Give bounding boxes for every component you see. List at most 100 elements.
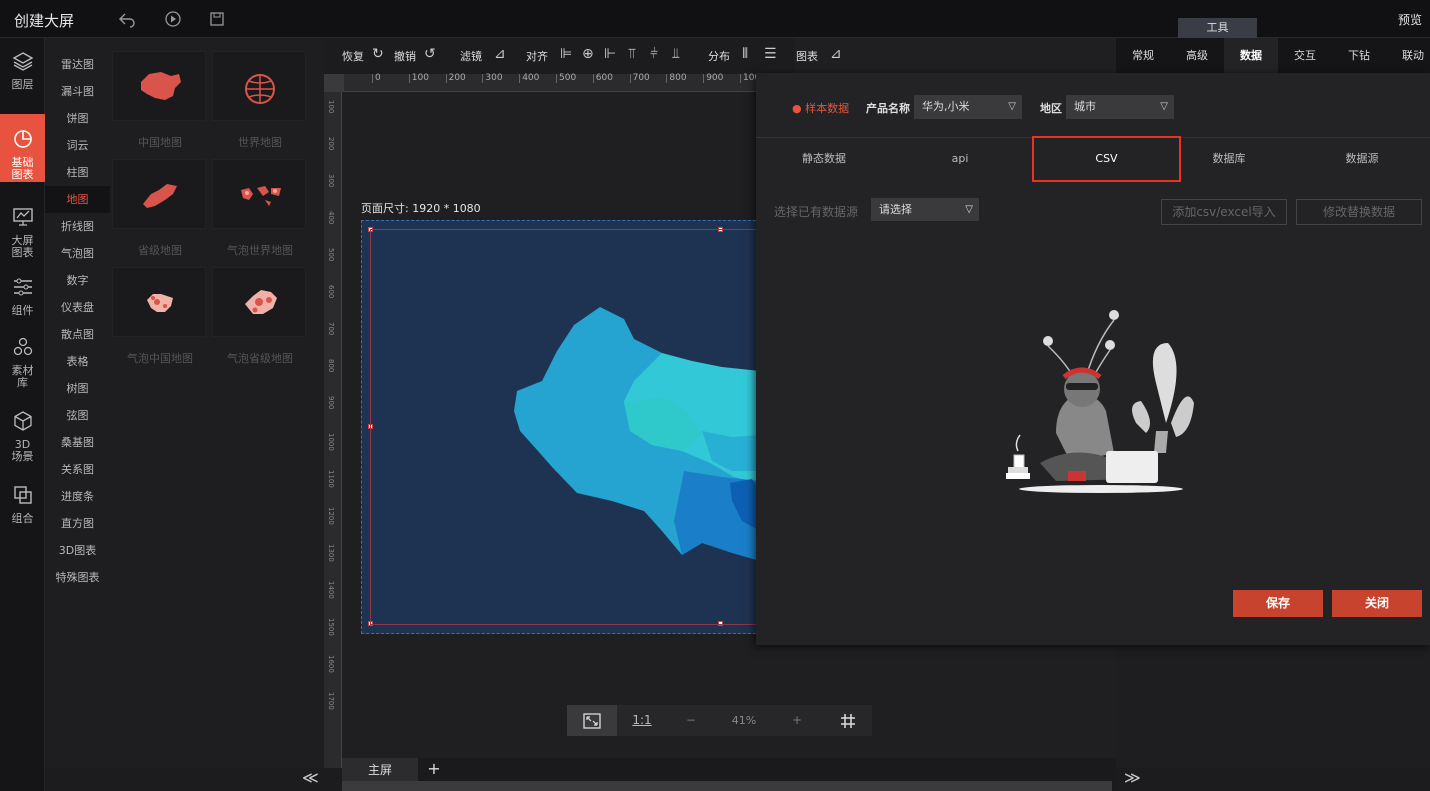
undo-button[interactable]: 撤销	[394, 48, 416, 64]
align-bottom-icon[interactable]: ⫫	[672, 46, 680, 62]
china-map-tile[interactable]	[112, 51, 206, 121]
bubble-province-map-tile[interactable]	[212, 267, 306, 337]
product-select[interactable]: 华为,小米 ▽	[914, 95, 1022, 119]
collapse-left-icon[interactable]: ≪	[302, 768, 319, 787]
chart-icon[interactable]: ⊿	[830, 46, 842, 62]
data-source-tabs: 静态数据 api csv 数据库 数据源	[756, 136, 1430, 182]
tab-database[interactable]: 数据库	[1161, 138, 1297, 180]
component-nav[interactable]: 组件	[0, 276, 45, 320]
chevron-down-icon: ▽	[965, 204, 973, 215]
screen-chart-nav[interactable]: 大屏 图表	[0, 206, 45, 262]
play-icon[interactable]	[164, 10, 182, 28]
distribute-v-icon[interactable]: ☰	[764, 46, 777, 62]
category-item[interactable]: 雷达图	[45, 51, 110, 78]
category-item[interactable]: 饼图	[45, 105, 110, 132]
tab-drilldown[interactable]: 下钻	[1332, 38, 1386, 73]
category-item[interactable]: 桑基图	[45, 429, 110, 456]
tab-data[interactable]: 数据	[1224, 38, 1278, 73]
nav-label: 库	[17, 376, 28, 389]
china-map-visual[interactable]	[362, 221, 760, 633]
main-screen-tab[interactable]: 主屏	[342, 758, 418, 782]
category-item[interactable]: 特殊图表	[45, 564, 110, 591]
close-button[interactable]: 关闭	[1332, 590, 1422, 617]
sample-data-label[interactable]: ● 样本数据	[792, 100, 849, 116]
pie-chart-icon	[0, 128, 45, 155]
preview-button[interactable]: 预览	[1398, 11, 1422, 28]
monitor-chart-icon	[0, 206, 45, 233]
material-nav[interactable]: 素材 库	[0, 336, 45, 392]
zoom-in-button[interactable]: +	[777, 705, 817, 736]
globe-thumb-icon	[245, 74, 275, 104]
align-left-icon[interactable]: ⊫	[560, 46, 572, 62]
add-tab-button[interactable]: +	[422, 758, 446, 782]
category-item[interactable]: 漏斗图	[45, 78, 110, 105]
distribute-h-icon[interactable]: ⦀	[742, 46, 748, 62]
tile-label: 中国地图	[138, 136, 182, 149]
ratio-1-1-button[interactable]: 1:1	[619, 705, 665, 736]
expand-right-icon[interactable]: ≫	[1124, 768, 1141, 787]
save-button[interactable]: 保存	[1233, 590, 1323, 617]
category-item[interactable]: 仪表盘	[45, 294, 110, 321]
category-item[interactable]: 散点图	[45, 321, 110, 348]
fit-screen-icon[interactable]	[567, 705, 617, 736]
import-csv-button[interactable]: 添加csv/excel导入	[1161, 199, 1287, 225]
filter-chart-icon[interactable]: ⊿	[494, 46, 506, 62]
horizontal-scrollbar[interactable]	[342, 781, 1112, 791]
tab-static-data[interactable]: 静态数据	[756, 138, 892, 180]
filter-button[interactable]: 滤镜	[460, 48, 482, 64]
category-item[interactable]: 气泡图	[45, 240, 110, 267]
basic-chart-nav[interactable]: 基础 图表	[0, 114, 45, 182]
tab-csv[interactable]: csv	[1032, 136, 1181, 182]
category-item[interactable]: 弦图	[45, 402, 110, 429]
align-button[interactable]: 对齐	[526, 48, 548, 64]
tile-label: 气泡中国地图	[127, 352, 193, 365]
world-map-tile[interactable]	[212, 51, 306, 121]
zoom-out-button[interactable]: −	[671, 705, 711, 736]
undo-arrow-icon[interactable]: ↺	[424, 46, 436, 62]
category-item[interactable]: 折线图	[45, 213, 110, 240]
tab-advanced[interactable]: 高级	[1170, 38, 1224, 73]
datasource-select[interactable]: 请选择 ▽	[871, 198, 979, 221]
tab-interaction[interactable]: 交互	[1278, 38, 1332, 73]
modify-data-button[interactable]: 修改替换数据	[1296, 199, 1422, 225]
category-item[interactable]: 进度条	[45, 483, 110, 510]
category-item[interactable]: 3D图表	[45, 537, 110, 564]
ruler-tick: 800	[327, 359, 335, 373]
tab-general[interactable]: 常规	[1116, 38, 1170, 73]
ruler-tick: 700	[629, 74, 650, 83]
category-item[interactable]: 数字	[45, 267, 110, 294]
undo-icon[interactable]	[118, 10, 136, 28]
align-top-icon[interactable]: ⫪	[628, 46, 636, 62]
bubble-china-map-tile[interactable]	[112, 267, 206, 337]
bubble-world-map-tile[interactable]	[212, 159, 306, 229]
province-map-tile[interactable]	[112, 159, 206, 229]
tool-tab[interactable]: 工具	[1178, 18, 1257, 38]
zoom-bar: 1:1 − 41% +	[567, 705, 872, 736]
grid-icon[interactable]	[823, 705, 872, 736]
align-right-icon[interactable]: ⊩	[604, 46, 616, 62]
chart-button[interactable]: 图表	[796, 48, 818, 64]
category-item[interactable]: 表格	[45, 348, 110, 375]
category-item[interactable]: 词云	[45, 132, 110, 159]
distribute-button[interactable]: 分布	[708, 48, 730, 64]
screen-canvas[interactable]	[361, 220, 761, 634]
category-item-map[interactable]: 地图	[45, 186, 110, 213]
redo-icon[interactable]: ↻	[372, 46, 384, 62]
ruler-tick: 800	[666, 74, 687, 83]
3d-scene-nav[interactable]: 3D 场景	[0, 410, 45, 466]
layers-nav[interactable]: 图层	[0, 50, 45, 100]
tab-linkage[interactable]: 联动	[1386, 38, 1430, 73]
category-item[interactable]: 树图	[45, 375, 110, 402]
region-select[interactable]: 城市 ▽	[1066, 95, 1174, 119]
align-middle-icon[interactable]: ⫩	[650, 46, 658, 62]
tab-datasource[interactable]: 数据源	[1294, 138, 1430, 180]
category-item[interactable]: 关系图	[45, 456, 110, 483]
save-icon[interactable]	[208, 10, 226, 28]
align-center-icon[interactable]: ⊕	[582, 46, 594, 62]
category-item[interactable]: 柱图	[45, 159, 110, 186]
redo-button[interactable]: 恢复	[342, 48, 364, 64]
chevron-down-icon: ▽	[1008, 101, 1016, 112]
category-item[interactable]: 直方图	[45, 510, 110, 537]
tab-api[interactable]: api	[892, 138, 1028, 180]
combine-nav[interactable]: 组合	[0, 484, 45, 528]
